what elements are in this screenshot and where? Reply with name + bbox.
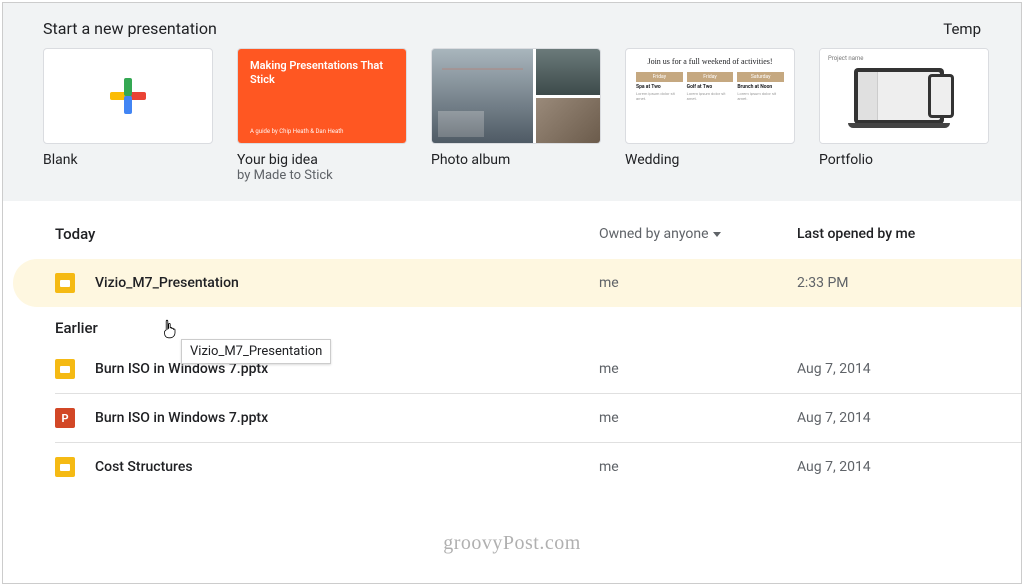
powerpoint-icon: P — [55, 408, 75, 428]
thumb-title: Making Presentations That Stick — [250, 59, 394, 88]
file-row[interactable]: Vizio_M7_Presentation me 2:33 PM — [13, 259, 1021, 307]
slides-icon — [55, 457, 75, 477]
file-row[interactable]: Cost Structures me Aug 7, 2014 — [3, 443, 1021, 491]
template-card-wedding[interactable]: Join us for a full weekend of activities… — [625, 48, 795, 183]
template-card-blank[interactable]: Blank — [43, 48, 213, 183]
file-owner: me — [599, 361, 797, 377]
sort-column-header[interactable]: Last opened by me — [797, 226, 981, 242]
file-time: Aug 7, 2014 — [797, 361, 981, 377]
file-time: Aug 7, 2014 — [797, 410, 981, 426]
file-row[interactable]: Burn ISO in Windows 7.pptx me Aug 7, 201… — [3, 345, 1021, 393]
template-thumb-wedding[interactable]: Join us for a full weekend of activities… — [625, 48, 795, 144]
template-label: Portfolio — [819, 152, 989, 168]
file-time: Aug 7, 2014 — [797, 459, 981, 475]
template-gallery: Start a new presentation Temp Blank Maki… — [3, 3, 1021, 201]
file-title: Cost Structures — [95, 459, 193, 475]
template-thumb-portfolio[interactable]: Project name — [819, 48, 989, 144]
thumb-subtitle: A guide by Chip Heath & Dan Heath — [250, 128, 343, 135]
template-sublabel: by Made to Stick — [237, 168, 407, 183]
owner-filter-label: Owned by anyone — [599, 226, 709, 242]
chevron-down-icon — [713, 232, 721, 237]
file-time: 2:33 PM — [797, 275, 981, 291]
slides-icon — [55, 359, 75, 379]
gallery-title: Start a new presentation — [43, 19, 217, 38]
template-card-portfolio[interactable]: Project name Portfolio — [819, 48, 989, 183]
file-owner: me — [599, 459, 797, 475]
template-card-bigidea[interactable]: Making Presentations That Stick A guide … — [237, 48, 407, 183]
template-card-photo[interactable]: Photo album — [431, 48, 601, 183]
template-gallery-link[interactable]: Temp — [943, 20, 981, 38]
template-label: Blank — [43, 152, 213, 168]
files-header: Today Owned by anyone Last opened by me — [3, 201, 1021, 259]
thumb-label: Project name — [828, 55, 863, 62]
file-owner: me — [599, 275, 797, 291]
tooltip: Vizio_M7_Presentation — [181, 339, 331, 364]
file-owner: me — [599, 410, 797, 426]
file-row[interactable]: P Burn ISO in Windows 7.pptx me Aug 7, 2… — [3, 394, 1021, 442]
group-label-earlier: Earlier — [3, 307, 1021, 345]
thumb-title: Join us for a full weekend of activities… — [636, 57, 784, 66]
owner-filter-dropdown[interactable]: Owned by anyone — [599, 226, 797, 242]
template-label: Wedding — [625, 152, 795, 168]
template-thumb-blank[interactable] — [43, 48, 213, 144]
watermark: groovyPost.com — [443, 532, 581, 555]
file-title: Vizio_M7_Presentation — [95, 275, 239, 291]
template-label: Photo album — [431, 152, 601, 168]
template-thumb-bigidea[interactable]: Making Presentations That Stick A guide … — [237, 48, 407, 144]
template-thumb-photo[interactable] — [431, 48, 601, 144]
slides-icon — [55, 273, 75, 293]
group-label-today: Today — [55, 225, 599, 243]
plus-icon — [110, 78, 146, 114]
file-title: Burn ISO in Windows 7.pptx — [95, 410, 268, 426]
template-label: Your big idea — [237, 152, 407, 168]
